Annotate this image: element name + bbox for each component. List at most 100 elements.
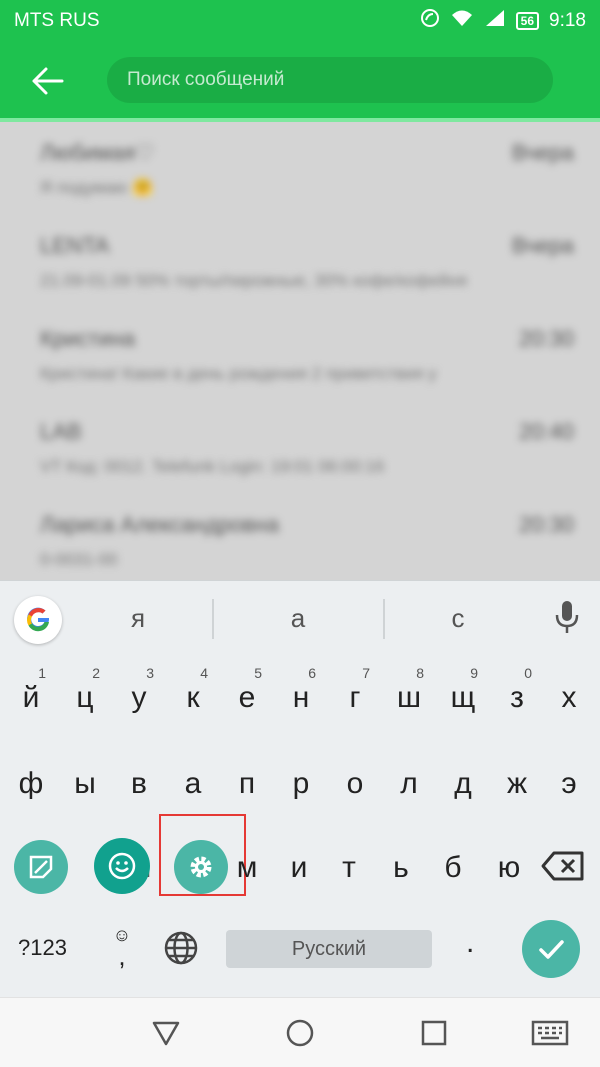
key-number-hint: 7	[362, 665, 370, 681]
key[interactable]: п	[220, 744, 274, 824]
suggestion-3[interactable]: с	[398, 603, 518, 634]
key-number-hint: 0	[524, 665, 532, 681]
key[interactable]: т	[322, 828, 376, 908]
key-label: е	[238, 681, 256, 714]
key[interactable]: ц2	[58, 658, 112, 738]
key[interactable]: к4	[166, 658, 220, 738]
key-number-hint: 2	[92, 665, 100, 681]
message-sender: Кристина	[40, 326, 136, 351]
hd-call-icon	[420, 8, 440, 34]
message-sender: Любимая♡	[40, 140, 155, 165]
suggestion-divider	[212, 599, 214, 639]
messages-list: Любимая♡ Вчера Я подумаю 🤗 LENTA Вчера 21.…	[0, 122, 600, 580]
key[interactable]: х	[542, 658, 596, 738]
keyboard-hide-icon[interactable]	[530, 1018, 570, 1053]
period-key[interactable]: .	[466, 926, 474, 960]
key[interactable]: а	[166, 744, 220, 824]
key[interactable]: ж	[490, 744, 544, 824]
symbols-key[interactable]: ?123	[18, 935, 67, 961]
google-button[interactable]	[14, 596, 62, 644]
key-number-hint: 4	[200, 665, 208, 681]
list-item[interactable]: LENTA Вчера 21.09-01.09 50% торты/пирожны…	[40, 215, 574, 308]
key[interactable]: щ9	[436, 658, 490, 738]
nav-recents-icon[interactable]	[418, 1018, 450, 1053]
message-time: 20:30	[518, 512, 574, 537]
message-time: 20:30	[518, 326, 574, 351]
check-icon	[539, 940, 564, 959]
message-preview: Я подумаю 🤗	[40, 178, 154, 197]
key[interactable]: г7	[328, 658, 382, 738]
status-icons: 56 9:18	[420, 8, 586, 34]
suggestion-strip: я а с	[0, 580, 600, 656]
emoji-button[interactable]	[94, 838, 150, 894]
list-item[interactable]: Лариса Александровна 20:30 0-0031-00	[40, 494, 574, 580]
key[interactable]: э	[542, 744, 596, 824]
key-label: г	[349, 681, 361, 714]
mic-icon[interactable]	[552, 599, 582, 640]
key-number-hint: 5	[254, 665, 262, 681]
google-g-icon	[27, 607, 49, 632]
arrow-back-icon	[32, 67, 64, 95]
key-label: к	[186, 681, 200, 714]
back-button[interactable]	[0, 42, 94, 120]
comma-label: ,	[118, 941, 126, 971]
message-preview: 21.09-01.09 50% торты/пирожные, 30% кофе…	[40, 271, 467, 290]
key-label: з	[510, 681, 524, 714]
nav-home-icon[interactable]	[284, 1018, 316, 1053]
app-bar	[0, 42, 600, 120]
key[interactable]: й1	[4, 658, 58, 738]
key[interactable]: е5	[220, 658, 274, 738]
key-number-hint: 1	[38, 665, 46, 681]
key[interactable]: р	[274, 744, 328, 824]
key-number-hint: 3	[146, 665, 154, 681]
space-bar[interactable]: Русский	[226, 930, 432, 968]
key[interactable]: ь	[374, 828, 428, 908]
sticker-icon	[29, 855, 53, 879]
key[interactable]: л	[382, 744, 436, 824]
search-input[interactable]	[127, 69, 553, 91]
list-item[interactable]: Кристина 20:30 Кристина! Какие в день рож…	[40, 308, 574, 401]
key[interactable]: и	[272, 828, 326, 908]
globe-icon[interactable]	[163, 930, 199, 971]
key-number-hint: 6	[308, 665, 316, 681]
search-box[interactable]	[107, 57, 553, 103]
key[interactable]: в	[112, 744, 166, 824]
key[interactable]: у3	[112, 658, 166, 738]
key-number-hint: 9	[470, 665, 478, 681]
nav-back-icon[interactable]	[150, 1018, 182, 1053]
sticker-button[interactable]	[14, 840, 68, 894]
key[interactable]: б	[426, 828, 480, 908]
key[interactable]: ш8	[382, 658, 436, 738]
key-label: ш	[396, 681, 422, 714]
key[interactable]: м	[220, 828, 274, 908]
enter-button[interactable]	[522, 920, 580, 978]
key-label: х	[561, 681, 577, 714]
suggestion-1[interactable]: я	[78, 603, 198, 634]
suggestion-2[interactable]: а	[238, 603, 358, 634]
backspace-icon[interactable]	[540, 850, 586, 887]
carrier-name: MTS RUS	[14, 10, 100, 31]
message-preview: Кристина! Какие в день рождения 2 привет…	[40, 364, 437, 383]
message-time: 20:40	[518, 419, 574, 444]
key-label: у	[131, 681, 147, 714]
comma-key[interactable]: ☺ ,	[108, 925, 136, 971]
key[interactable]: ы	[58, 744, 112, 824]
battery-icon: 56	[515, 12, 540, 30]
key[interactable]: н6	[274, 658, 328, 738]
message-preview: 0-0031-00	[40, 550, 118, 569]
status-bar: MTS RUS 56 9:18	[0, 0, 600, 42]
message-preview: VT Код: 0012. Telefunk Login: 19:01 06:0…	[40, 457, 385, 476]
list-item[interactable]: LAB 20:40 VT Код: 0012. Telefunk Login: 1…	[40, 401, 574, 494]
key[interactable]: з0	[490, 658, 544, 738]
key[interactable]: ф	[4, 744, 58, 824]
suggestion-divider	[383, 599, 385, 639]
wifi-icon	[450, 8, 474, 34]
list-item[interactable]: Любимая♡ Вчера Я подумаю 🤗	[40, 122, 574, 215]
status-time: 9:18	[549, 10, 586, 31]
signal-icon	[484, 8, 506, 34]
message-sender: LAB	[40, 419, 82, 444]
key[interactable]: д	[436, 744, 490, 824]
key[interactable]: о	[328, 744, 382, 824]
key[interactable]: ю	[482, 828, 536, 908]
navigation-bar	[0, 997, 600, 1067]
